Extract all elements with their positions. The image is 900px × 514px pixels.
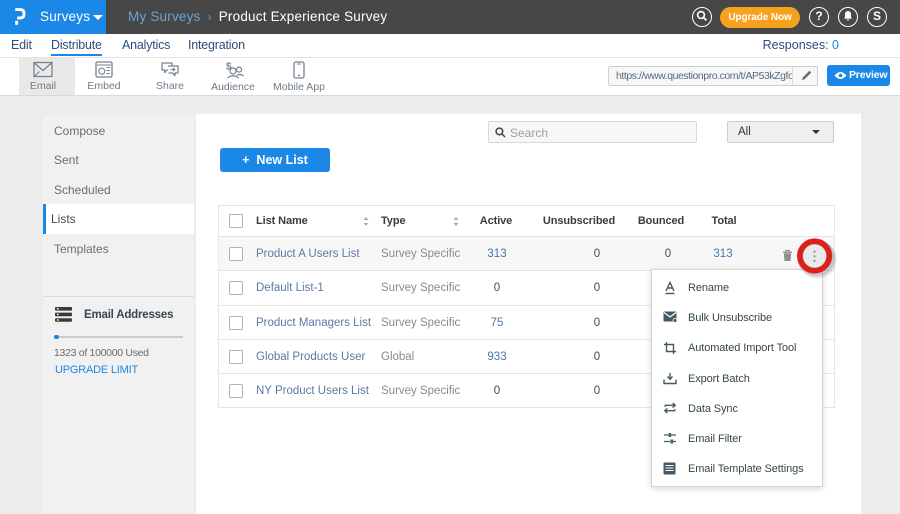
svg-text:$: $ bbox=[226, 62, 232, 73]
